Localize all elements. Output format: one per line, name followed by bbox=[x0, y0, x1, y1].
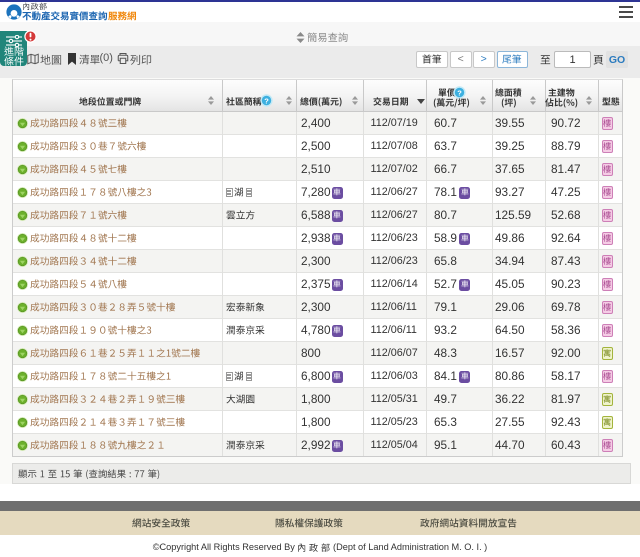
svg-text:?: ? bbox=[457, 88, 462, 97]
svg-text:?: ? bbox=[264, 96, 269, 105]
